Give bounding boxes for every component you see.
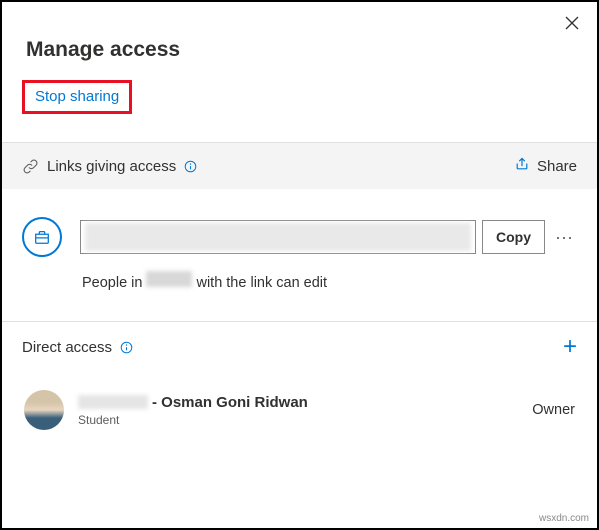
link-more-button[interactable]: ··· bbox=[551, 227, 577, 248]
dialog-title: Manage access bbox=[2, 2, 597, 80]
direct-access-label: Direct access bbox=[22, 339, 112, 356]
avatar bbox=[24, 390, 64, 430]
user-row: - Osman Goni Ridwan Student Owner bbox=[2, 372, 597, 448]
stop-sharing-highlight: Stop sharing bbox=[22, 80, 132, 114]
links-section-label: Links giving access bbox=[47, 158, 176, 175]
link-item: Copy ··· bbox=[2, 189, 597, 267]
plus-icon: + bbox=[563, 333, 577, 360]
link-description: People in with the link can edit bbox=[82, 271, 597, 291]
user-name: - Osman Goni Ridwan bbox=[78, 394, 308, 411]
share-icon bbox=[514, 156, 530, 176]
info-icon[interactable] bbox=[120, 341, 133, 354]
permission-label: Owner bbox=[532, 402, 575, 418]
info-icon[interactable] bbox=[184, 160, 197, 173]
link-icon bbox=[22, 158, 39, 175]
scope-icon-circle bbox=[22, 217, 62, 257]
links-giving-access-header: Links giving access Share bbox=[2, 142, 597, 189]
briefcase-icon bbox=[33, 228, 51, 246]
more-icon: ··· bbox=[555, 227, 573, 247]
share-label: Share bbox=[537, 158, 577, 175]
redacted-org bbox=[146, 271, 192, 287]
user-role: Student bbox=[78, 413, 308, 427]
close-button[interactable] bbox=[565, 14, 579, 35]
direct-access-header: Direct access + bbox=[2, 321, 597, 372]
redacted-first-name bbox=[78, 395, 148, 409]
share-button[interactable]: Share bbox=[514, 156, 577, 176]
stop-sharing-link[interactable]: Stop sharing bbox=[35, 88, 119, 105]
copy-button[interactable]: Copy bbox=[482, 220, 545, 254]
watermark: wsxdn.com bbox=[539, 513, 589, 524]
share-link-field[interactable] bbox=[80, 220, 476, 254]
add-direct-access-button[interactable]: + bbox=[563, 335, 577, 359]
close-icon bbox=[565, 16, 579, 30]
